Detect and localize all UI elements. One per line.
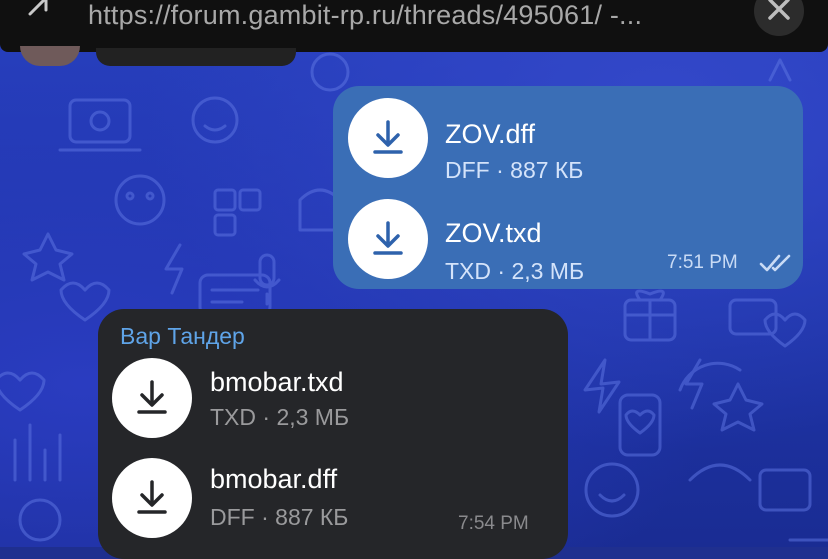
download-button[interactable] (348, 98, 428, 178)
file-name: ZOV.dff (445, 119, 536, 149)
sender-name[interactable]: Вар Тандер (120, 323, 245, 350)
download-arrow-icon (373, 120, 403, 154)
file-name: bmobar.dff (210, 464, 338, 494)
double-check-icon (759, 254, 791, 272)
message-time: 7:54 PM (458, 513, 529, 534)
page-url[interactable]: https://forum.gambit-rp.ru/threads/49506… (88, 0, 642, 30)
close-icon (768, 0, 790, 20)
message-time: 7:51 PM (667, 252, 738, 273)
download-button[interactable] (112, 458, 192, 538)
previous-message-bubble (96, 48, 296, 66)
file-meta: TXD · 2,3 МБ (445, 258, 585, 284)
file-meta: TXD · 2,3 МБ (210, 404, 350, 430)
outgoing-message-bubble: ZOV.dff DFF · 887 КБ ZOV.txd TXD · 2,3 М… (333, 86, 803, 289)
file-name: bmobar.txd (210, 367, 344, 397)
browser-top-bar: https://forum.gambit-rp.ru/threads/49506… (0, 0, 828, 52)
file-meta: DFF · 887 КБ (210, 504, 349, 530)
download-arrow-icon (373, 221, 403, 255)
incoming-message-bubble: Вар Тандер bmobar.txd TXD · 2,3 МБ bmoba… (98, 309, 568, 559)
download-arrow-icon (137, 380, 167, 414)
collapse-arrow-icon[interactable] (26, 0, 52, 18)
download-button[interactable] (348, 199, 428, 279)
download-button[interactable] (112, 358, 192, 438)
file-meta: DFF · 887 КБ (445, 157, 584, 183)
download-arrow-icon (137, 480, 167, 514)
file-name: ZOV.txd (445, 218, 542, 248)
close-button[interactable] (754, 0, 804, 36)
